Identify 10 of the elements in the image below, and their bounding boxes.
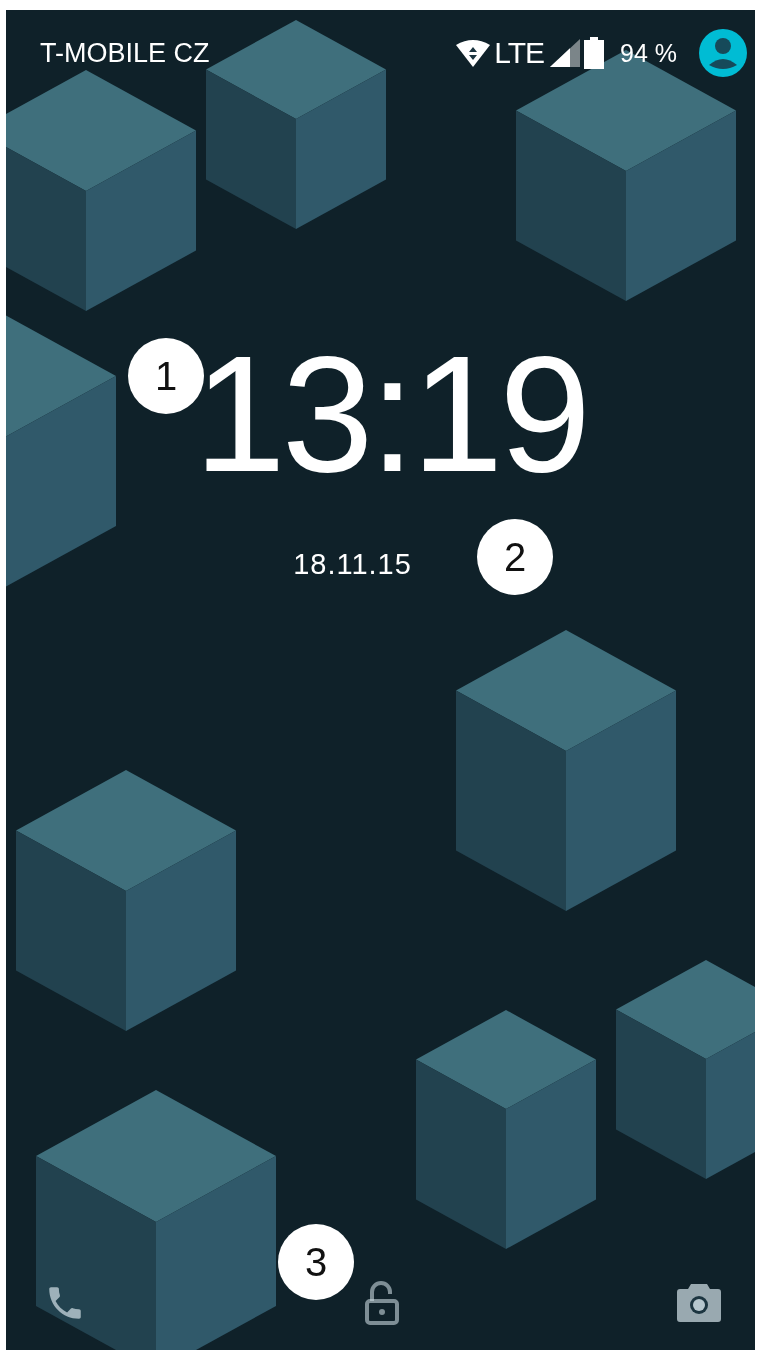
date-text: 18.11.15	[293, 547, 413, 582]
battery-percentage: 94 %	[620, 38, 677, 68]
network-type: LTE	[494, 36, 544, 70]
wifi-icon	[456, 39, 491, 67]
camera-icon[interactable]	[677, 1284, 721, 1322]
unlock-icon[interactable]	[363, 1281, 400, 1325]
battery-icon	[584, 37, 604, 69]
carrier-name: T-MOBILE CZ	[40, 37, 210, 69]
user-avatar-icon[interactable]	[699, 29, 747, 77]
signal-icon	[550, 39, 580, 67]
